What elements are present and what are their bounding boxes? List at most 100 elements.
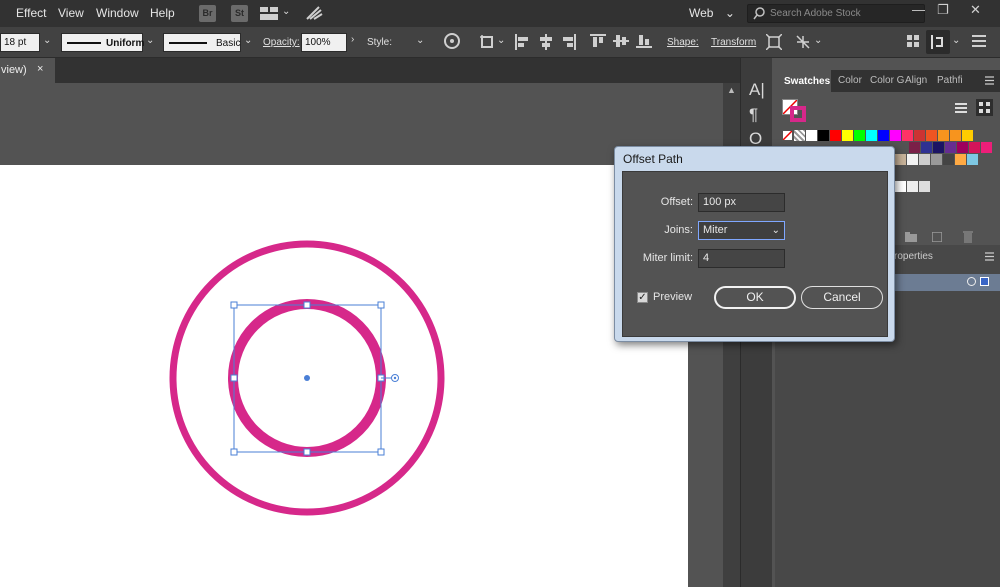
panel-menu-icon[interactable] [985,252,994,264]
selection-handle[interactable] [377,448,385,456]
scroll-up-icon[interactable]: ▲ [727,85,736,95]
selection-handle[interactable] [230,374,238,382]
color-swatch[interactable] [854,130,865,141]
minimize-icon[interactable]: — [912,2,925,17]
color-swatch[interactable] [914,130,925,141]
miter-limit-field[interactable]: 4 [698,249,785,268]
menu-view[interactable]: View [58,6,84,20]
thumbnail-view-icon[interactable] [976,99,993,116]
joins-select[interactable]: Miter ⌄ [698,221,785,240]
menu-window[interactable]: Window [96,6,139,20]
panel-toggle-button[interactable] [926,30,950,54]
close-tab-icon[interactable]: × [37,63,43,75]
selection-handle[interactable] [377,301,385,309]
brush-definition[interactable]: Basic [163,33,241,52]
selection-indicator-icon[interactable] [980,277,989,286]
shape-label[interactable]: Shape: [667,37,699,48]
color-swatch[interactable] [926,130,937,141]
trash-icon[interactable] [963,231,973,246]
puppet-warp-icon[interactable] [795,34,811,53]
color-swatch[interactable] [931,154,942,165]
color-swatch[interactable] [842,130,853,141]
color-swatch[interactable] [890,130,901,141]
color-swatch[interactable] [981,142,992,153]
target-circle-icon[interactable] [967,277,976,286]
stroke-indicator[interactable] [790,106,806,122]
color-swatch[interactable] [919,181,930,192]
color-swatch[interactable] [907,154,918,165]
color-swatch[interactable] [902,130,913,141]
chevron-down-icon[interactable]: ⌄ [146,35,154,46]
align-bottom-icon[interactable] [636,34,652,51]
align-right-icon[interactable] [562,34,576,53]
arrange-documents-icon[interactable] [260,7,278,20]
color-swatch[interactable] [950,130,961,141]
stock-search-input[interactable]: Search Adobe Stock [747,4,925,23]
new-layer-icon[interactable] [931,231,943,245]
color-swatch[interactable] [962,130,973,141]
stock-button[interactable]: St [231,5,248,22]
chevron-down-icon[interactable]: ⌄ [814,35,822,46]
cancel-button[interactable]: Cancel [801,286,883,309]
color-swatch[interactable] [909,142,920,153]
none-swatch[interactable] [782,130,793,141]
document-tab[interactable]: view) × [0,58,55,83]
align-left-icon[interactable] [515,34,529,53]
tab-properties[interactable]: roperties [894,251,933,262]
tab-color[interactable]: Color [838,75,862,86]
panel-menu-icon[interactable] [985,76,994,88]
color-swatch[interactable] [878,130,889,141]
workspace-switcher[interactable]: Web ⌄ [689,6,735,20]
color-swatch[interactable] [806,130,817,141]
color-swatch[interactable] [967,154,978,165]
list-view-icon[interactable] [955,102,967,117]
selection-handle[interactable] [230,301,238,309]
chevron-down-icon[interactable]: ⌄ [416,35,424,46]
close-window-icon[interactable]: ✕ [970,2,981,18]
chevron-down-icon[interactable]: ⌄ [952,35,960,46]
color-swatch[interactable] [957,142,968,153]
color-swatch[interactable] [933,142,944,153]
color-swatch[interactable] [895,154,906,165]
gpu-performance-icon[interactable] [305,5,324,22]
menu-help[interactable]: Help [150,6,175,20]
reference-point-icon[interactable] [480,35,496,52]
transform-label[interactable]: Transform [711,37,756,48]
color-swatch[interactable] [938,130,949,141]
preview-checkbox[interactable]: ✓ [637,292,648,303]
tab-pathfinder[interactable]: Pathfi [937,75,963,86]
preview-label[interactable]: Preview [653,291,692,303]
chevron-down-icon[interactable]: ⌄ [497,35,505,46]
color-swatch[interactable] [943,154,954,165]
align-top-icon[interactable] [590,34,606,51]
menu-effect[interactable]: Effect [16,6,46,20]
artwork-canvas[interactable] [0,165,688,587]
selection-handle[interactable] [303,301,311,309]
paragraph-panel-icon[interactable]: ¶ [749,105,758,125]
bridge-button[interactable]: Br [199,5,216,22]
color-swatch[interactable] [830,130,841,141]
align-middle-icon[interactable] [613,34,629,51]
tab-swatches[interactable]: Swatches [775,70,831,92]
new-layer-folder-icon[interactable] [905,232,917,245]
chevron-down-icon[interactable]: ⌄ [43,35,51,46]
chevron-down-icon[interactable]: ⌄ [282,6,290,17]
chevron-down-icon[interactable]: ⌄ [244,35,252,46]
character-panel-icon[interactable]: A| [749,80,765,100]
color-swatch[interactable] [818,130,829,141]
offset-field[interactable]: 100 px [698,193,785,212]
registration-swatch[interactable] [794,130,805,141]
opacity-field[interactable]: 100% [301,33,347,52]
align-center-icon[interactable] [539,34,553,53]
grid-view-icon[interactable] [907,35,919,50]
color-swatch[interactable] [895,181,906,192]
color-swatch[interactable] [955,154,966,165]
color-swatch[interactable] [921,142,932,153]
isolate-object-icon[interactable] [765,33,783,53]
selection-handle[interactable] [230,448,238,456]
color-swatch[interactable] [969,142,980,153]
tab-align[interactable]: Align [905,75,927,86]
artboard[interactable] [0,165,688,587]
color-swatch[interactable] [907,181,918,192]
ok-button[interactable]: OK [714,286,796,309]
